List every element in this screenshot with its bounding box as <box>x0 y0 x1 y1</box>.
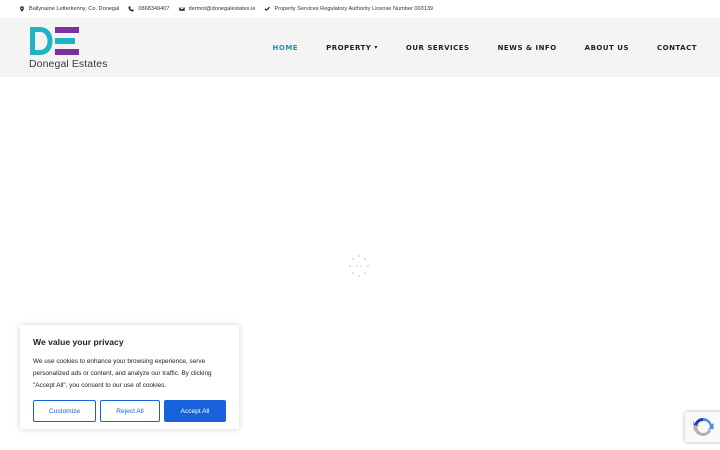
nav-about-us[interactable]: ABOUT US <box>585 44 629 52</box>
phone-item[interactable]: 0868349407 <box>128 6 170 12</box>
logo-wordmark: Donegal Estates <box>29 58 108 70</box>
site-header: Donegal Estates HOME PROPERTY ▾ OUR SERVI… <box>0 18 720 77</box>
chevron-down-icon: ▾ <box>374 44 378 51</box>
map-pin-icon <box>20 6 24 12</box>
email-text[interactable]: dermot@donegalestates.ie <box>189 6 256 12</box>
nav-contact[interactable]: CONTACT <box>657 44 697 52</box>
top-info-bar: Ballynaine Letterkenny, Co. Donegal 0868… <box>0 0 720 18</box>
reject-all-button[interactable]: Reject All <box>100 400 160 422</box>
main-nav: HOME PROPERTY ▾ OUR SERVICES NEWS & INFO … <box>245 18 697 77</box>
cookie-description: We use cookies to enhance your browsing … <box>33 358 212 389</box>
recaptcha-icon <box>693 417 714 436</box>
email-item[interactable]: dermot@donegalestates.ie <box>178 6 256 12</box>
nav-home[interactable]: HOME <box>273 44 299 52</box>
nav-home-label: HOME <box>272 43 299 52</box>
phone-text[interactable]: 0868349407 <box>138 6 169 12</box>
address-text: Ballynaine Letterkenny, Co. Donegal <box>29 6 120 12</box>
nav-contact-label: CONTACT <box>656 43 697 52</box>
nav-news-info[interactable]: NEWS & INFO <box>498 44 557 52</box>
nav-about-us-label: ABOUT US <box>584 43 629 52</box>
customize-button[interactable]: Customize <box>33 400 96 422</box>
address-item: Ballynaine Letterkenny, Co. Donegal <box>19 6 119 12</box>
license-item: Property Services Regulatory Authority L… <box>264 6 433 12</box>
site-logo[interactable]: Donegal Estates <box>29 26 119 72</box>
logo-mark-icon <box>30 27 79 55</box>
loading-spinner-icon <box>344 255 374 277</box>
nav-news-info-label: NEWS & INFO <box>497 43 557 52</box>
cookie-title: We value your privacy <box>33 337 124 347</box>
page: Ballynaine Letterkenny, Co. Donegal 0868… <box>0 0 720 450</box>
envelope-icon <box>178 7 185 11</box>
accept-all-button[interactable]: Accept All <box>164 400 226 422</box>
check-icon <box>265 6 271 12</box>
phone-icon <box>128 6 135 12</box>
recaptcha-badge[interactable] <box>685 412 720 442</box>
nav-property-label: PROPERTY <box>326 43 372 52</box>
cookie-buttons: Customize Reject All Accept All <box>33 400 226 422</box>
nav-our-services-label: OUR SERVICES <box>405 43 470 52</box>
nav-property[interactable]: PROPERTY ▾ <box>326 44 378 52</box>
nav-our-services[interactable]: OUR SERVICES <box>406 44 470 52</box>
cookie-consent-banner: We value your privacy We use cookies to … <box>20 325 239 429</box>
license-text: Property Services Regulatory Authority L… <box>274 6 434 12</box>
